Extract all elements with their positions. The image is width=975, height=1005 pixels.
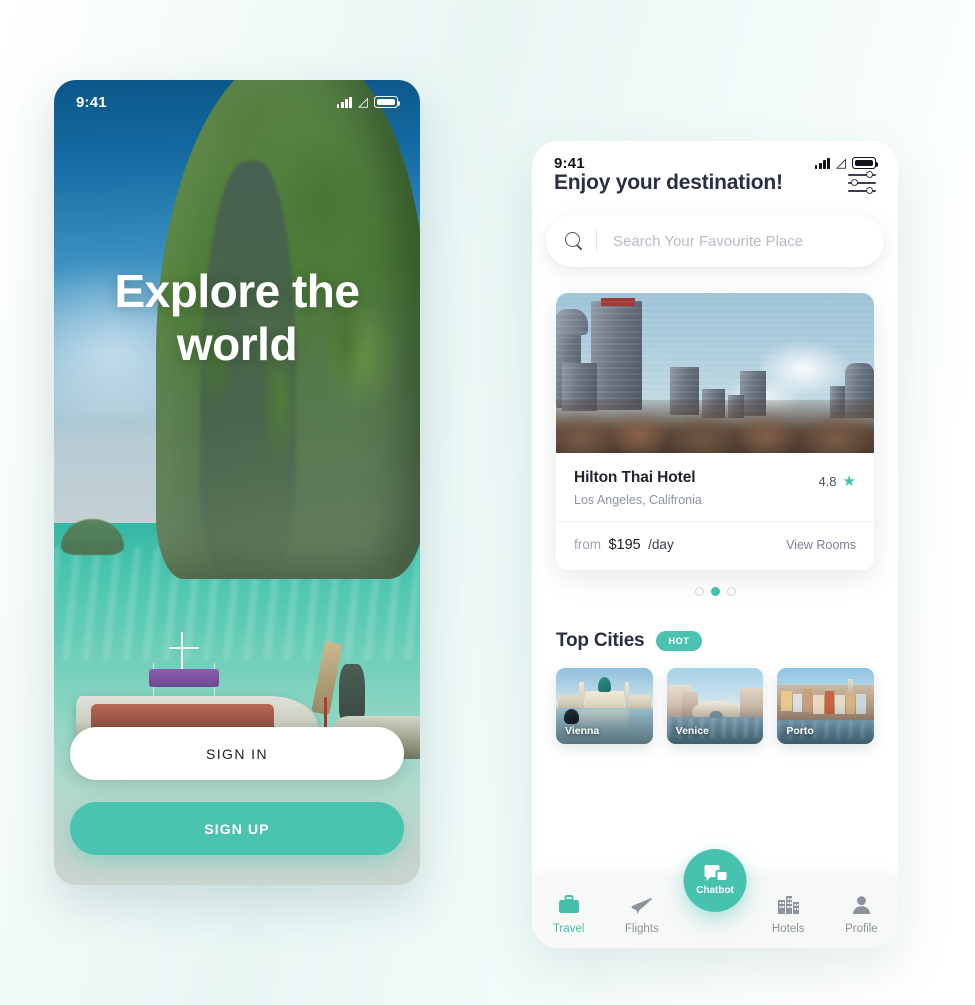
hotel-location: Los Angeles, Califronia — [574, 493, 702, 507]
city-card-vienna[interactable]: Vienna — [556, 668, 653, 744]
building-icon — [776, 894, 800, 916]
person-icon — [849, 894, 873, 916]
hero-title: Explore the world — [114, 265, 360, 370]
city-card-venice[interactable]: Venice — [666, 668, 764, 744]
carousel-dot[interactable] — [694, 587, 704, 596]
carousel-dots — [556, 570, 874, 596]
city-card-porto[interactable]: Porto — [777, 668, 875, 744]
carousel-dot-active[interactable] — [710, 587, 720, 596]
auth-button-group: SIGN IN SIGN UP — [70, 727, 404, 855]
nav-label: Profile — [845, 922, 878, 935]
search-bar[interactable] — [546, 215, 884, 267]
hot-badge: HOT — [656, 631, 702, 651]
battery-icon — [374, 96, 400, 108]
wifi-icon: ◿ — [358, 94, 368, 109]
signal-bars-icon — [814, 157, 830, 169]
star-icon: ★ — [842, 473, 856, 490]
carousel-dot[interactable] — [726, 587, 736, 596]
chatbot-label: Chatbot — [696, 885, 734, 896]
briefcase-icon — [557, 894, 581, 916]
status-time: 9:41 — [76, 93, 107, 111]
signal-bars-icon — [336, 96, 352, 108]
nav-item-hotels[interactable]: Hotels — [752, 890, 825, 935]
status-bar: 9:41 ◿ — [54, 80, 420, 124]
hotel-photo — [556, 293, 874, 453]
airplane-icon — [630, 894, 654, 916]
sign-up-button[interactable]: SIGN UP — [70, 802, 404, 855]
status-bar: 9:41 ◿ — [532, 141, 898, 185]
status-time: 9:41 — [554, 154, 585, 172]
chatbot-fab-button[interactable]: Chatbot — [683, 849, 747, 912]
hotel-name: Hilton Thai Hotel — [574, 469, 696, 486]
onboarding-phone-screen: 9:41 ◿ Explore the world SIGN IN SIGN UP — [54, 80, 420, 885]
city-label: Porto — [786, 725, 814, 737]
city-label: Venice — [675, 725, 709, 737]
chat-bubbles-icon — [704, 865, 726, 883]
featured-hotel-card[interactable]: Hilton Thai Hotel Los Angeles, Califroni… — [556, 293, 874, 570]
search-icon — [564, 231, 584, 251]
nav-item-profile[interactable]: Profile — [825, 890, 898, 935]
hotel-price: from $195 /day — [574, 536, 674, 554]
section-title: Top Cities — [556, 630, 645, 651]
battery-icon — [852, 157, 878, 169]
price-amount: $195 — [608, 537, 641, 553]
view-rooms-link[interactable]: View Rooms — [786, 538, 856, 552]
nav-item-travel[interactable]: Travel — [532, 890, 605, 935]
search-input[interactable] — [613, 232, 866, 250]
search-divider — [596, 230, 597, 252]
rating-value: 4.8 — [818, 474, 837, 489]
nav-label: Travel — [552, 922, 585, 935]
wifi-icon: ◿ — [836, 155, 846, 170]
price-unit: /day — [648, 537, 674, 552]
filter-sliders-icon[interactable] — [848, 171, 876, 195]
top-cities-header: Top Cities HOT — [532, 596, 898, 652]
sign-in-button[interactable]: SIGN IN — [70, 727, 404, 780]
bottom-navigation-bar: Travel Flights Hotels Profile Chatbot — [532, 849, 898, 948]
nav-item-flights[interactable]: Flights — [605, 890, 678, 935]
top-cities-list: Vienna Venice Porto — [532, 652, 898, 744]
price-prefix: from — [574, 537, 601, 552]
nav-label: Hotels — [771, 922, 805, 935]
city-label: Vienna — [565, 725, 600, 737]
nav-label: Flights — [624, 922, 659, 935]
home-phone-screen: 9:41 ◿ Enjoy your destination! Search Yo… — [532, 141, 898, 948]
hotel-rating: 4.8 ★ — [818, 469, 856, 489]
